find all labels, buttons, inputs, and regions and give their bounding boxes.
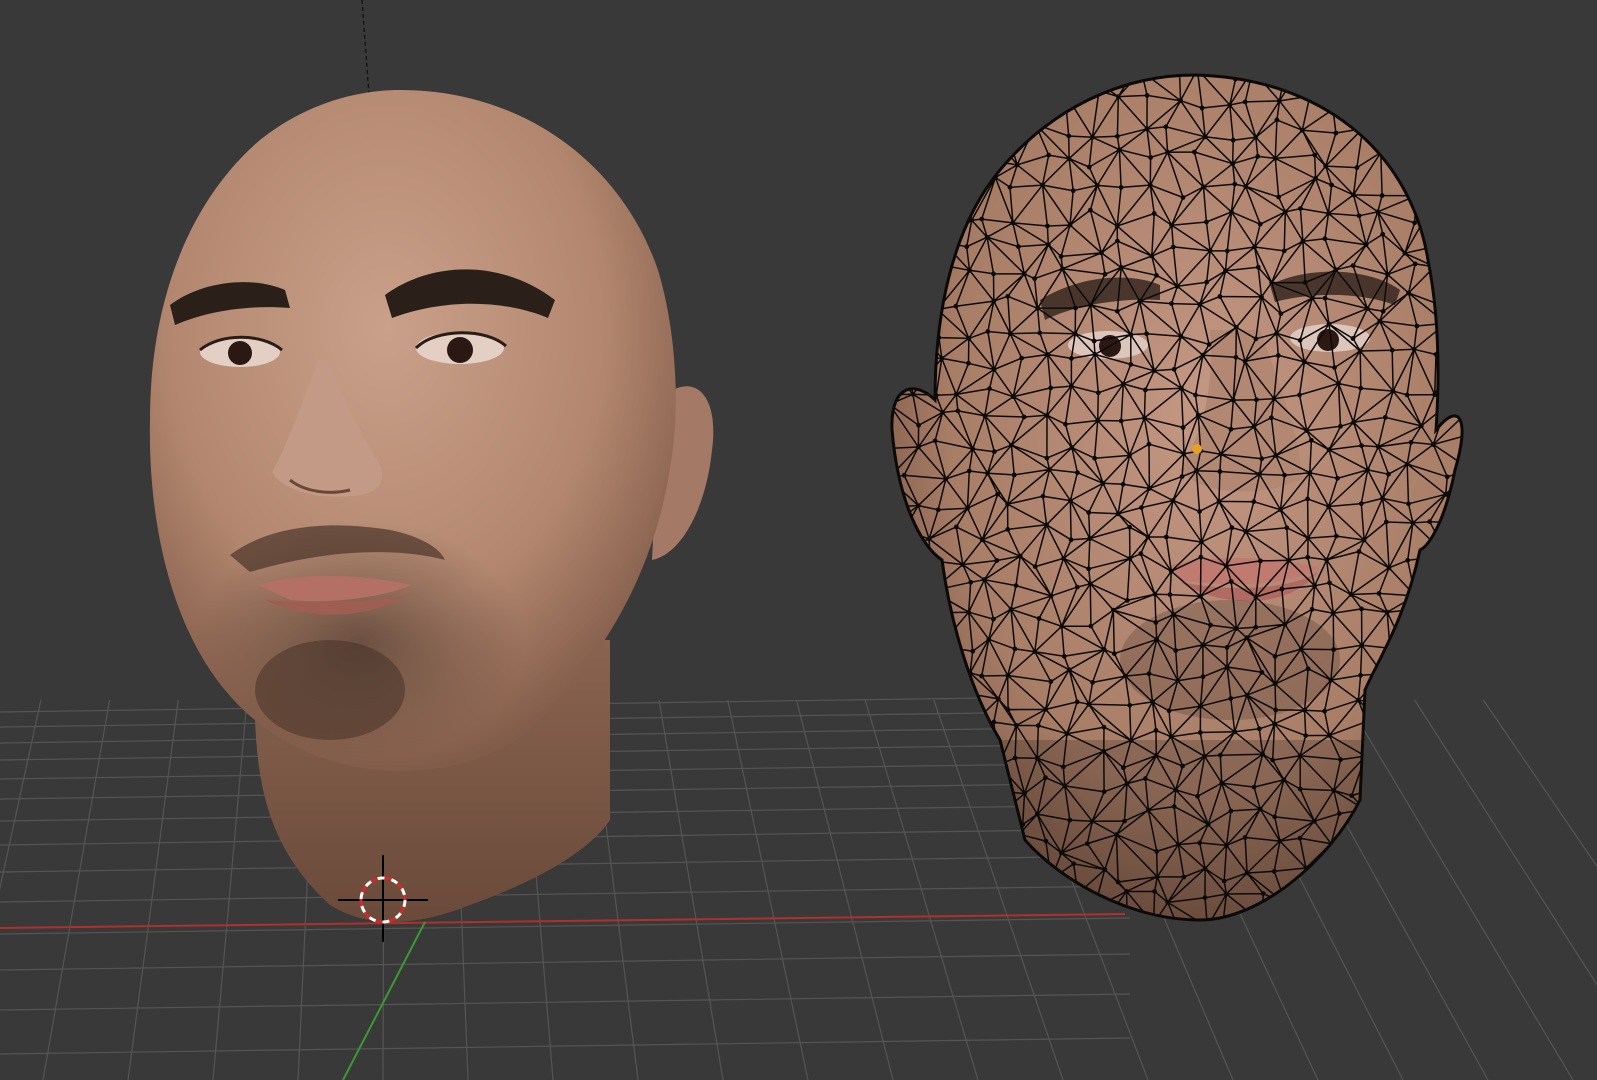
parent-relationship-line [361,0,371,109]
head-mesh-shaded[interactable] [149,90,714,922]
viewport-canvas[interactable] [0,0,1597,1080]
head-mesh-wireframe[interactable] [874,63,1476,941]
selected-vertex[interactable] [1192,444,1202,454]
3d-viewport[interactable] [0,0,1597,1080]
